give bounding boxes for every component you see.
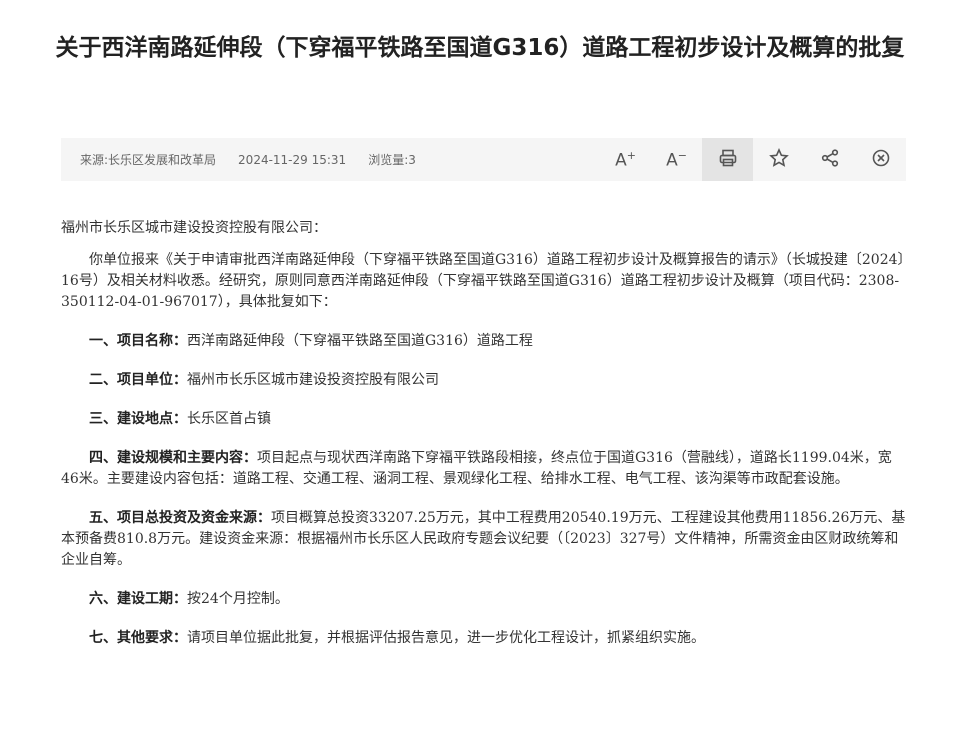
intro-paragraph: 你单位报来《关于申请审批西洋南路延伸段（下穿福平铁路至国道G316）道路工程初步… <box>61 252 905 310</box>
font-decrease-icon: A− <box>666 148 687 171</box>
page-title: 关于西洋南路延伸段（下穿福平铁路至国道G316）道路工程初步设计及概算的批复 <box>55 35 905 61</box>
decrease-font-button[interactable]: A− <box>651 138 702 181</box>
article-meta: 来源:长乐区发展和改革局 2024-11-29 15:31 浏览量:3 <box>61 151 438 168</box>
source-label: 来源:长乐区发展和改革局 <box>80 153 217 167</box>
section-other-requirements: 七、其他要求：请项目单位据此批复，并根据评估报告意见，进一步优化工程设计，抓紧组… <box>89 630 705 646</box>
close-icon <box>871 148 891 171</box>
star-icon <box>768 148 789 171</box>
close-button[interactable] <box>855 138 906 181</box>
favorite-button[interactable] <box>753 138 804 181</box>
increase-font-button[interactable]: A+ <box>600 138 651 181</box>
section-scale-content: 四、建设规模和主要内容：项目起点与现状西洋南路下穿福平铁路段相接，终点位于国道G… <box>61 450 892 487</box>
section-project-unit: 二、项目单位：福州市长乐区城市建设投资控股有限公司 <box>89 372 439 388</box>
section-duration: 六、建设工期：按24个月控制。 <box>89 591 289 607</box>
share-button[interactable] <box>804 138 855 181</box>
printer-icon <box>718 148 738 171</box>
publish-date: 2024-11-29 15:31 <box>238 152 347 167</box>
view-count: 浏览量:3 <box>368 153 416 167</box>
font-increase-icon: A+ <box>615 148 636 171</box>
addressee: 福州市长乐区城市建设投资控股有限公司： <box>61 220 327 236</box>
section-project-name: 一、项目名称：西洋南路延伸段（下穿福平铁路至国道G316）道路工程 <box>89 333 533 349</box>
section-investment: 五、项目总投资及资金来源：项目概算总投资33207.25万元，其中工程费用205… <box>61 510 906 568</box>
article-body: 福州市长乐区城市建设投资控股有限公司： 你单位报来《关于申请审批西洋南路延伸段（… <box>61 218 906 667</box>
article-toolbar: A+ A− <box>600 138 906 181</box>
section-location: 三、建设地点：长乐区首占镇 <box>89 411 271 427</box>
article-info-bar: 来源:长乐区发展和改革局 2024-11-29 15:31 浏览量:3 A+ A… <box>61 138 906 181</box>
print-button[interactable] <box>702 138 753 181</box>
share-icon <box>820 148 840 171</box>
